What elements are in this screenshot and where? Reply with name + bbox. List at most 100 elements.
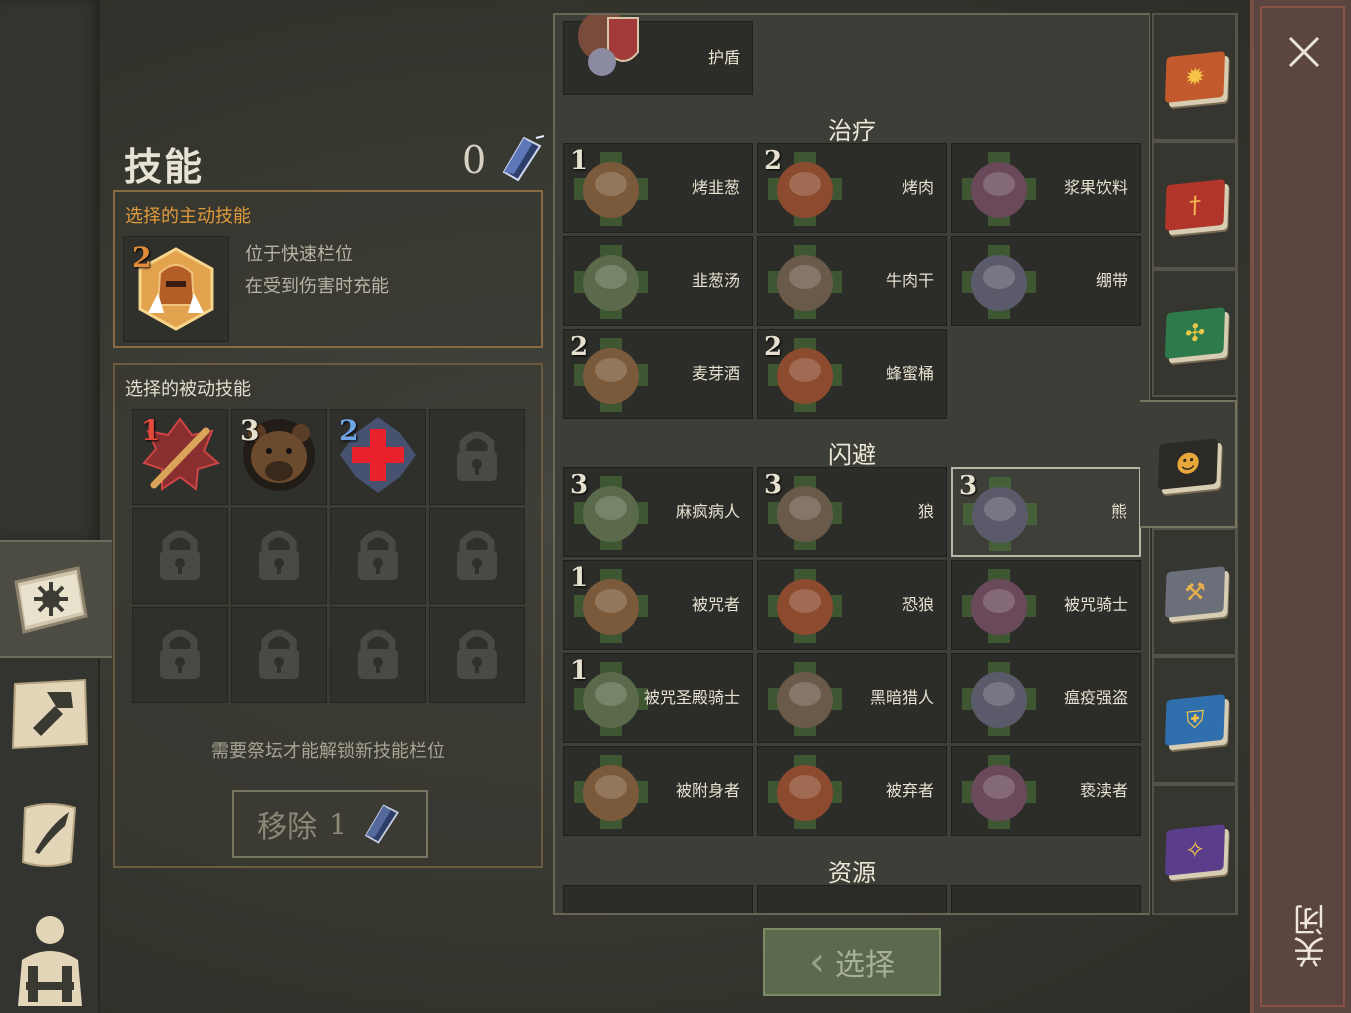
tab-category-nature[interactable]: ✣ <box>1152 269 1237 397</box>
skill-list: 护盾 治疗 烤韭葱 1 烤肉 2 浆果饮料 韭葱汤 牛肉干 绷带 麦芽酒 2 蜂蜜桶 2 闪避 麻疯病人 3 狼 3… <box>555 15 1149 913</box>
locked-skill-slot[interactable] <box>330 508 426 604</box>
padlock-icon <box>346 621 410 689</box>
remove-button[interactable]: 移除 1 <box>232 790 428 858</box>
locked-skill-slot[interactable] <box>429 508 525 604</box>
active-skill-level: 2 <box>132 241 152 274</box>
skill-list-item[interactable]: 麦芽酒 2 <box>563 329 753 419</box>
passive-skills-box: 选择的被动技能 1 3 2 需要祭坛才能解锁新技能栏位 移除 1 <box>113 363 543 868</box>
skill-list-item-label: 瘟疫强盗 <box>1063 688 1128 707</box>
skill-level-badge: 3 <box>764 470 783 500</box>
tab-category-magic[interactable]: ✧ <box>1152 784 1237 915</box>
skill-list-item[interactable]: 亵渎者 <box>951 746 1141 836</box>
skill-list-item[interactable]: 烤韭葱 1 <box>563 143 753 233</box>
skill-list-item[interactable]: 被附身者 <box>563 746 753 836</box>
skill-list-item[interactable] <box>563 885 753 913</box>
skill-list-item[interactable]: 烤肉 2 <box>757 143 947 233</box>
skill-list-item[interactable]: 牛肉干 <box>757 236 947 326</box>
sword-book-icon: † <box>1164 179 1225 231</box>
padlock-icon <box>148 621 212 689</box>
skill-list-item[interactable]: 瘟疫强盗 <box>951 653 1141 743</box>
padlock-icon <box>445 423 509 491</box>
skill-list-item[interactable]: 韭葱汤 <box>563 236 753 326</box>
passive-skill-slot[interactable]: 3 <box>231 409 327 505</box>
locked-skill-slot[interactable] <box>231 607 327 703</box>
tab-category-sword[interactable]: † <box>1152 141 1237 269</box>
remove-label: 移除 <box>257 810 318 845</box>
skill-list-item-label: 熊 <box>1110 502 1127 521</box>
locked-skill-slot[interactable] <box>330 607 426 703</box>
magic-book-icon: ✧ <box>1164 823 1225 876</box>
padlock-icon <box>247 522 311 590</box>
left-nav <box>0 0 112 1013</box>
skill-level-badge: 3 <box>570 470 589 500</box>
tab-category-sun[interactable]: ✹ <box>1152 13 1237 141</box>
nav-item-quests[interactable] <box>10 794 90 874</box>
skill-list-item[interactable]: 绷带 <box>951 236 1141 326</box>
skill-list-item[interactable]: 麻疯病人 3 <box>563 467 753 557</box>
crystal-icon <box>496 134 546 188</box>
locked-skill-slot[interactable] <box>132 508 228 604</box>
skill-list-item[interactable]: 黑暗猎人 <box>757 653 947 743</box>
skill-list-item[interactable]: 蜂蜜桶 2 <box>757 329 947 419</box>
skill-list-item[interactable]: 被弃者 <box>757 746 947 836</box>
select-button[interactable]: ‹ 选择 <box>763 928 941 996</box>
skill-level-badge: 1 <box>570 563 589 593</box>
skill-list-item-label: 黑暗猎人 <box>869 688 934 707</box>
mask-book-icon: ☻ <box>1157 438 1218 490</box>
locked-skill-slot[interactable] <box>132 607 228 703</box>
skill-list-item[interactable] <box>951 885 1141 913</box>
close-label: 关闭 <box>1292 904 1330 968</box>
skill-list-item[interactable]: 被咒者 1 <box>563 560 753 650</box>
passive-skill-slot[interactable]: 1 <box>132 409 228 505</box>
skill-level-badge: 3 <box>959 471 978 501</box>
skill-list-item[interactable]: 被咒圣殿骑士 1 <box>563 653 753 743</box>
active-skill-slot[interactable]: 2 <box>123 236 229 342</box>
skill-list-item[interactable]: 熊3 <box>951 467 1141 557</box>
tab-category-shield[interactable]: ⛨ <box>1152 656 1237 784</box>
shield-book-icon: ⛨ <box>1164 694 1225 746</box>
active-skill-desc-line1: 位于快速栏位 <box>245 244 353 265</box>
skill-list-item-label: 牛肉干 <box>885 271 934 290</box>
leek-soup-icon <box>572 243 650 321</box>
desecrator-icon <box>960 753 1038 831</box>
skill-list-item[interactable] <box>757 885 947 913</box>
tab-category-tools[interactable]: ⚒ <box>1152 528 1237 656</box>
close-icon[interactable] <box>1284 32 1324 72</box>
remove-cost: 1 <box>329 807 347 841</box>
locked-skill-slot[interactable] <box>429 607 525 703</box>
berry-drink-icon <box>960 150 1038 228</box>
unlock-hint: 需要祭坛才能解锁新技能栏位 <box>211 741 445 762</box>
active-skill-box: 选择的主动技能 2 位于快速栏位 在受到伤害时充能 <box>113 190 543 348</box>
locked-skill-slot[interactable] <box>429 409 525 505</box>
padlock-icon <box>445 621 509 689</box>
skill-list-item-label: 韭葱汤 <box>691 271 740 290</box>
skill-list-item[interactable]: 被咒骑士 <box>951 560 1141 650</box>
leaf-book-icon: ✣ <box>1164 307 1225 359</box>
nav-item-character[interactable] <box>10 908 90 1008</box>
skill-list-item[interactable]: 浆果饮料 <box>951 143 1141 233</box>
locked-skill-slot[interactable] <box>231 508 327 604</box>
plague-bandit-icon <box>960 660 1038 738</box>
nav-item-skills[interactable] <box>0 540 112 658</box>
close-bar[interactable]: 关闭 <box>1250 0 1351 1013</box>
skill-list-item[interactable]: 护盾 <box>563 15 753 95</box>
skill-list-item-label: 浆果饮料 <box>1063 178 1128 197</box>
skill-list-item-label: 被咒圣殿骑士 <box>644 688 741 707</box>
nav-item-crafting[interactable] <box>10 674 90 754</box>
select-label: 选择 <box>835 948 895 983</box>
skills-title: 技能 <box>124 145 205 189</box>
scroll-quill-icon <box>21 803 77 867</box>
skill-list-panel: 护盾 治疗 烤韭葱 1 烤肉 2 浆果饮料 韭葱汤 牛肉干 绷带 麦芽酒 2 蜂蜜桶 2 闪避 麻疯病人 3 狼 3… <box>553 13 1151 915</box>
skill-list-item[interactable]: 狼3 <box>757 467 947 557</box>
dire-wolf-icon <box>766 567 844 645</box>
skill-list-item-label: 绷带 <box>1095 271 1128 290</box>
skill-list-item-label: 烤肉 <box>901 178 934 197</box>
hammer-map-icon <box>11 678 89 750</box>
passive-skill-slot[interactable]: 2 <box>330 409 426 505</box>
tab-category-skull[interactable]: ☻ <box>1140 400 1237 528</box>
skill-level-badge: 1 <box>570 146 589 176</box>
skill-list-item-label: 被咒骑士 <box>1063 595 1128 614</box>
skill-list-item[interactable]: 恐狼 <box>757 560 947 650</box>
padlock-icon <box>445 522 509 590</box>
forsaken-icon <box>766 753 844 831</box>
